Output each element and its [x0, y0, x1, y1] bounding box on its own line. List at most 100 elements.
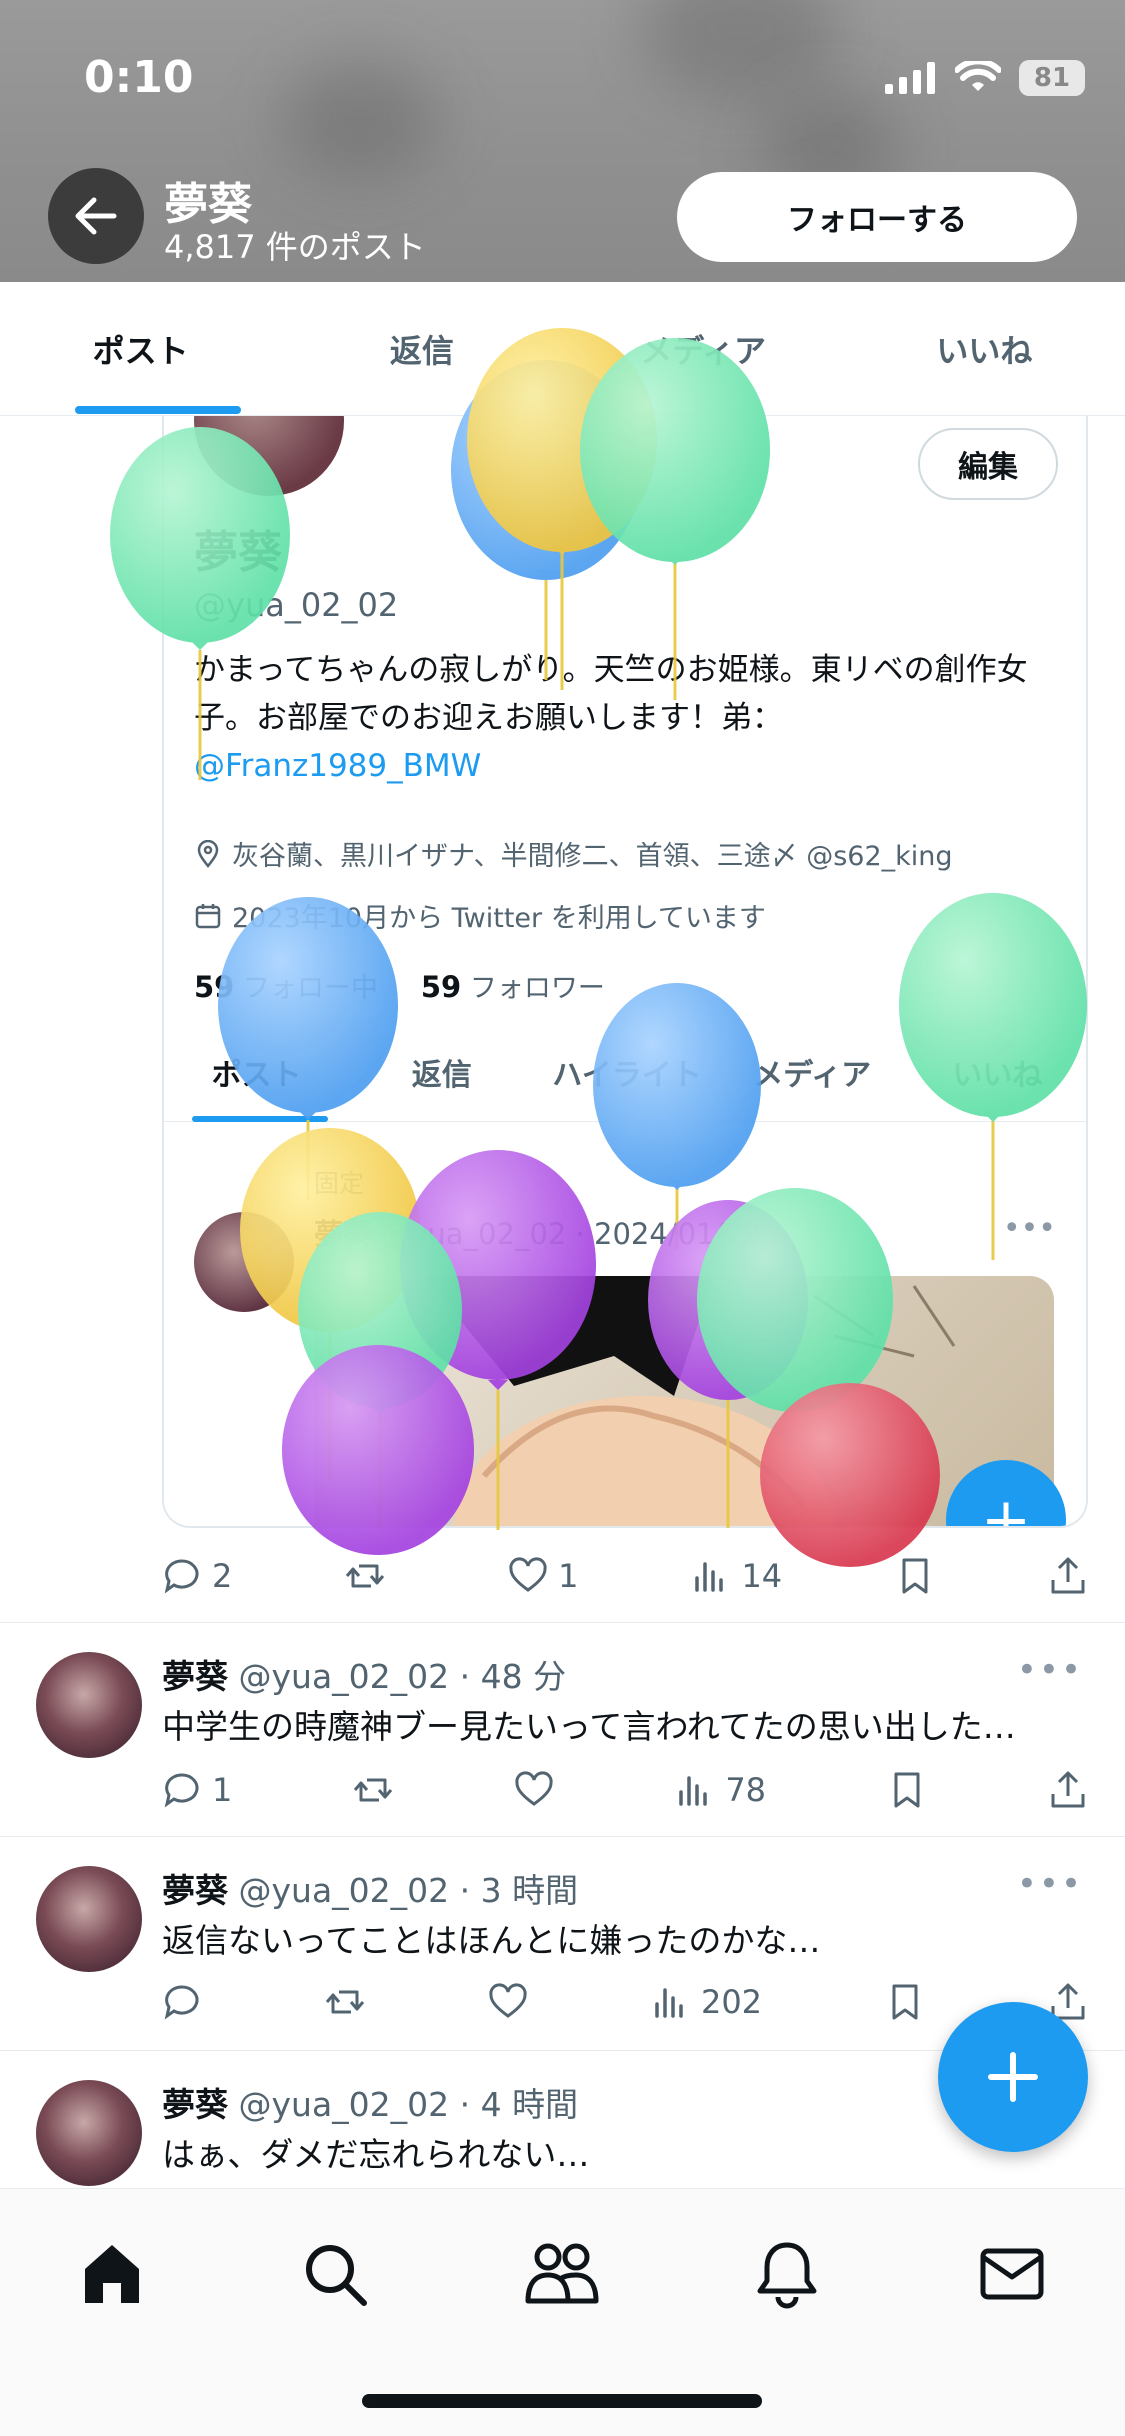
embedded-tabs: ポスト 返信 ハイライト メディア いいね	[164, 1022, 1086, 1122]
divider	[0, 1622, 1125, 1623]
embedded-joined: 2023年10月から Twitter を利用しています	[194, 896, 766, 935]
embedded-avatar	[194, 416, 344, 496]
repost-button[interactable]	[325, 1982, 365, 2022]
tweet-header: 夢葵 @yua_02_02 · 3 時間	[162, 1864, 578, 1912]
share-button[interactable]	[1048, 1556, 1088, 1596]
like-button[interactable]: 1	[508, 1556, 579, 1596]
share-icon	[1051, 1557, 1085, 1594]
share-button[interactable]	[1048, 1770, 1088, 1810]
back-button[interactable]	[48, 168, 144, 264]
communities-icon	[525, 2243, 599, 2304]
views-button[interactable]: 14	[691, 1556, 782, 1596]
embedded-followers-count: 59	[420, 970, 462, 1004]
home-indicator	[362, 2394, 762, 2408]
embedded-follow-stats: 59 フォロー中 59 フォロワー	[194, 966, 605, 1005]
bookmark-icon	[894, 1772, 920, 1808]
heart-icon	[489, 1983, 527, 2018]
reply-count: 1	[212, 1771, 233, 1809]
post-count: 4,817 件のポスト	[164, 228, 426, 266]
tweet-text: 中学生の時魔神ブー見たいって言われてたの思い出した…	[162, 1707, 1016, 1746]
tab-replies[interactable]: 返信	[281, 282, 562, 415]
embedded-more-icon: •••	[1002, 1211, 1056, 1246]
bookmark-button[interactable]	[887, 1770, 927, 1810]
profile-header: 0:10 81 夢葵 4,817 件のポスト フォローする	[0, 0, 1125, 282]
view-count: 14	[741, 1557, 783, 1595]
embedded-post-header: 夢葵 @yua_02_02 · 2024/01/23	[314, 1211, 761, 1253]
embedded-name: 夢葵	[194, 527, 282, 578]
divider	[0, 1836, 1125, 1837]
bookmark-icon	[902, 1558, 928, 1594]
tweet-author[interactable]: 夢葵	[162, 1657, 228, 1696]
embedded-tab-highlights: ハイライト	[552, 1057, 702, 1093]
tweet-actions: 1 78	[162, 1760, 1088, 1820]
views-button[interactable]: 202	[651, 1982, 762, 2022]
status-time: 0:10	[84, 52, 194, 103]
embedded-bio-link: @Franz1989_BMW	[194, 748, 482, 784]
repost-icon	[346, 1564, 385, 1588]
tweet-text: はぁ、ダメだ忘れられない…	[162, 2135, 590, 2174]
tweet-header: 夢葵 @yua_02_02 · 4 時間	[162, 2078, 578, 2126]
follow-button[interactable]: フォローする	[677, 172, 1077, 262]
reply-button[interactable]: 1	[162, 1770, 232, 1810]
embedded-post-name: 夢葵	[314, 1217, 373, 1251]
heart-icon	[509, 1557, 547, 1592]
pinned-post-media[interactable]: 編集 夢葵 @yua_02_02 かまってちゃんの寂しがり。天竺のお姫様。東リベ…	[162, 416, 1088, 1528]
profile-tabs: ポスト 返信 メディア いいね	[0, 282, 1125, 416]
bookmark-button[interactable]	[895, 1556, 935, 1596]
more-icon[interactable]: •••	[1017, 1650, 1083, 1690]
embedded-location-text: 灰谷蘭、黒川イザナ、半間修二、首領、三途〆 @s62_king	[232, 841, 953, 872]
signal-icon	[885, 62, 935, 94]
compose-button[interactable]	[938, 2002, 1088, 2152]
reply-icon	[164, 1559, 199, 1594]
nav-search[interactable]	[290, 2229, 380, 2319]
tweet-avatar[interactable]	[36, 2080, 142, 2186]
embedded-bio: かまってちゃんの寂しがり。天竺のお姫様。東リベの創作女子。お部屋でのお迎えお願い…	[194, 646, 1064, 790]
views-icon	[655, 1988, 683, 2018]
repost-button[interactable]	[345, 1556, 395, 1596]
nav-messages[interactable]	[967, 2229, 1057, 2319]
heart-icon	[515, 1771, 553, 1806]
tab-likes[interactable]: いいね	[844, 282, 1125, 415]
tab-posts[interactable]: ポスト	[0, 282, 281, 415]
tweet-author[interactable]: 夢葵	[162, 2085, 228, 2124]
location-pin-icon	[197, 839, 219, 868]
embedded-following-label: フォロー中	[242, 973, 378, 1004]
embedded-following-count: 59	[194, 970, 235, 1004]
arrow-left-icon	[75, 197, 117, 235]
share-icon	[1051, 1771, 1085, 1808]
bell-icon	[757, 2242, 817, 2309]
nav-notifications[interactable]	[742, 2229, 832, 2319]
embedded-pinned-label: 固定	[314, 1169, 365, 1198]
home-icon	[85, 2245, 139, 2303]
more-icon[interactable]: •••	[1017, 1864, 1083, 1904]
battery-indicator: 81	[1019, 60, 1085, 96]
tweet-avatar[interactable]	[36, 1866, 142, 1972]
embedded-tab-likes: いいね	[952, 1057, 1043, 1093]
embedded-post-image	[314, 1276, 1054, 1526]
reply-button[interactable]	[162, 1982, 202, 2022]
nav-home[interactable]	[67, 2229, 157, 2319]
tweet-author[interactable]: 夢葵	[162, 1871, 228, 1910]
mail-icon	[980, 2248, 1044, 2300]
tab-media[interactable]: メディア	[563, 282, 844, 415]
status-icons: 81	[885, 60, 1085, 96]
views-button[interactable]: 78	[675, 1770, 766, 1810]
embedded-followers-label: フォロワー	[469, 973, 605, 1004]
like-button[interactable]	[488, 1982, 528, 2022]
tweet-actions: 202	[162, 1972, 1088, 2032]
reply-button[interactable]: 2	[162, 1556, 232, 1596]
like-button[interactable]	[514, 1770, 554, 1810]
embedded-post-avatar	[194, 1212, 294, 1312]
view-count: 78	[725, 1771, 767, 1809]
embedded-tab-replies: 返信	[411, 1057, 472, 1093]
embedded-tab-posts: ポスト	[211, 1057, 302, 1093]
bookmark-button[interactable]	[885, 1982, 925, 2022]
nav-communities[interactable]	[517, 2229, 607, 2319]
search-icon	[306, 2245, 367, 2306]
repost-button[interactable]	[353, 1770, 393, 1810]
tweet-avatar[interactable]	[36, 1652, 142, 1758]
tweet-meta: @yua_02_02 · 4 時間	[238, 2085, 579, 2124]
tweet-text: 返信ないってことはほんとに嫌ったのかな…	[162, 1921, 821, 1960]
embedded-post-meta: @yua_02_02 · 2024/01/23	[381, 1217, 762, 1251]
embedded-bio-text: かまってちゃんの寂しがり。天竺のお姫様。東リベの創作女子。お部屋でのお迎えお願い…	[194, 652, 1028, 736]
